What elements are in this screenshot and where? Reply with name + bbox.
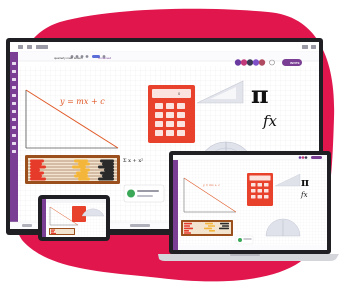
tablet: [38, 195, 110, 241]
pi-symbol: π: [251, 80, 269, 109]
scene-graphic: [6, 8, 339, 282]
calculator-display: 0: [178, 91, 181, 96]
laptop-pi-symbol: π: [301, 176, 310, 189]
collab-badge: [123, 184, 165, 203]
linear-formula: y = mx + c: [60, 97, 105, 106]
laptop-linear-formula: y = mx + c: [203, 183, 220, 187]
fx-symbol: fx: [263, 112, 278, 130]
sum-formula: Σ x + x²: [123, 158, 144, 164]
calculator-widget: [148, 85, 195, 143]
board-title: quarterly math lesson: [54, 56, 83, 60]
share-button[interactable]: INVITE: [290, 62, 300, 65]
abacus-widget: [25, 155, 120, 184]
promo-scene: quarterly math lesson Unnamed INVITE y =…: [0, 0, 339, 289]
board-name[interactable]: Unnamed: [98, 57, 111, 60]
laptop-fx-symbol: fx: [301, 191, 308, 199]
laptop: [158, 151, 339, 261]
